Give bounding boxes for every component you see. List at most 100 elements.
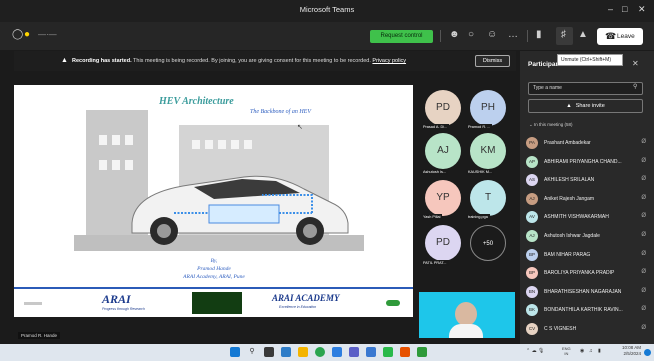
unmute-button[interactable]: ♯ xyxy=(556,27,573,45)
mic-off-icon: Ø xyxy=(641,232,646,238)
participant-row[interactable]: BN BHARATHISESHAN NAGARAJAN Ø xyxy=(526,285,648,302)
mail-icon[interactable] xyxy=(366,347,376,357)
share-invite-button[interactable]: ▲ Share invite xyxy=(528,99,643,113)
participant-tile[interactable]: PD xyxy=(425,90,461,126)
arai-logo: ARAI xyxy=(102,292,131,306)
taskbar-search-icon[interactable]: ⚲ xyxy=(247,347,257,357)
search-icon: ⚲ xyxy=(633,84,638,90)
footer-car-icon xyxy=(386,300,400,306)
author-by: By, xyxy=(210,258,218,264)
participant-name: BONDANTHILA KARTHIK RAVIN... xyxy=(544,307,623,314)
banner-strong: Recording has started. xyxy=(72,58,132,64)
arai-logo-tagline: Progress through Research xyxy=(102,307,145,311)
leave-button[interactable]: ☎ Leave xyxy=(597,28,643,45)
slide-graphics xyxy=(74,110,364,251)
more-participants-tile[interactable]: +50 xyxy=(470,225,506,261)
chat-icon[interactable]: ○ xyxy=(468,30,474,40)
participant-tile[interactable]: AJ xyxy=(425,133,461,169)
mic-off-icon: Ø xyxy=(641,269,646,276)
participant-row[interactable]: AV ASHMITH VISHWAKARMAH Ø xyxy=(526,210,648,227)
warning-icon: ▲ xyxy=(61,57,68,64)
windows-taskbar: ⚲ ⌃ ☁ 🎙 ENG IN ◉ ♫ ▮ 10:08 AM 2/5/2024 xyxy=(0,344,654,361)
participant-name: ASHMITH VISHWAKARMAH xyxy=(544,214,609,221)
participant-name: BAROLIYA PRIYANKA PRADIP xyxy=(544,270,615,277)
chrome-icon[interactable] xyxy=(315,347,325,357)
participant-row[interactable]: BK BONDANTHILA KARTHIK RAVIN... Ø xyxy=(526,303,648,320)
participant-tile[interactable]: KM xyxy=(470,133,506,169)
teams-icon[interactable] xyxy=(349,347,359,357)
windows-start-icon[interactable] xyxy=(230,347,240,357)
more-options-icon[interactable]: … xyxy=(508,30,518,40)
title-bar: Microsoft Teams – □ ✕ xyxy=(0,0,654,22)
system-tray[interactable]: ⌃ ☁ 🎙 xyxy=(526,348,544,354)
mic-off-icon: Ø xyxy=(641,157,646,164)
close-window-icon[interactable]: ✕ xyxy=(638,4,646,15)
participant-row[interactable]: BP BAM NIHAR PARAG Ø xyxy=(526,248,648,265)
maximize-icon[interactable]: □ xyxy=(622,4,627,14)
participant-row[interactable]: AJ Aniket Rajesh Jangam Ø xyxy=(526,192,648,209)
section-label: In this meeting (58) xyxy=(534,122,573,127)
people-icon[interactable]: ☻ xyxy=(449,30,460,40)
self-video-face xyxy=(455,302,477,326)
participant-tile[interactable]: PD xyxy=(425,225,461,261)
tile-name: Yash Pillai xyxy=(421,214,443,220)
mic-off-icon: Ø xyxy=(641,325,646,331)
minimize-icon[interactable]: – xyxy=(608,4,613,14)
notification-icon[interactable] xyxy=(644,349,651,356)
participant-row[interactable]: AS AKHILESH SRILALAN Ø xyxy=(526,173,648,190)
camera-icon[interactable]: ▮ xyxy=(536,30,542,40)
app-icon[interactable] xyxy=(400,347,410,357)
tile-initials: KM xyxy=(480,145,496,156)
leave-label: Leave xyxy=(617,33,635,40)
self-video-tile[interactable] xyxy=(419,292,515,338)
file-explorer-icon[interactable] xyxy=(298,347,308,357)
tile-name: KAUSHIK M... xyxy=(466,169,495,175)
participant-row[interactable]: AP ABHIRAMI PRIYANGHA CHAND... Ø xyxy=(526,155,648,172)
volume-icon[interactable]: ♫ xyxy=(589,348,593,354)
mouse-cursor-icon: ↖ xyxy=(297,124,303,131)
meeting-timer-icon: —·— xyxy=(38,30,57,39)
participant-tile[interactable]: PH xyxy=(470,90,506,126)
author-org: ARAI Academy, ARAI, Pune xyxy=(183,274,245,280)
participant-row[interactable]: PA Prashant Ambadekar Ø xyxy=(526,136,648,153)
tile-initials: AJ xyxy=(437,145,449,156)
avatar: CV xyxy=(526,323,538,335)
tile-initials: PH xyxy=(481,102,495,113)
participant-name: Prashant Ambadekar xyxy=(544,140,591,146)
participant-tile[interactable]: T xyxy=(470,180,506,216)
in-meeting-section[interactable]: ⌄ In this meeting (58) xyxy=(529,122,573,128)
dismiss-button[interactable]: Dismiss xyxy=(475,55,510,67)
participant-tile[interactable]: YP xyxy=(425,180,461,216)
reactions-icon[interactable]: ☺ xyxy=(487,30,497,40)
participant-row[interactable]: CV C S VIGNESH Ø xyxy=(526,322,648,339)
request-control-button[interactable]: Request control xyxy=(370,30,433,43)
teams-window: Microsoft Teams – □ ✕ ◯ ● —·— Request co… xyxy=(0,0,654,361)
recording-banner: ▲ Recording has started. This meeting is… xyxy=(14,51,516,71)
whatsapp-icon[interactable] xyxy=(383,347,393,357)
network-icon[interactable]: ◉ xyxy=(580,348,584,354)
self-video-shirt xyxy=(449,324,483,338)
avatar: BK xyxy=(526,304,538,317)
mic-off-icon: Ø xyxy=(641,139,646,145)
participant-row[interactable]: AJ Ashutosh Ishwar Jagdale Ø xyxy=(526,229,648,246)
close-panel-icon[interactable]: ✕ xyxy=(632,59,639,68)
shield-icon[interactable]: ◯ xyxy=(12,30,23,40)
participant-row[interactable]: BP BAROLIYA PRIYANKA PRADIP Ø xyxy=(526,266,648,283)
tile-name: PATIL PRAT... xyxy=(421,260,449,266)
mic-off-icon: Ø xyxy=(641,194,646,201)
taskbar-clock[interactable]: 10:08 AM 2/5/2024 xyxy=(611,345,641,357)
arai-academy-logo: ARAI ACADEMY xyxy=(272,293,340,303)
share-screen-icon[interactable]: ▲ xyxy=(578,30,588,40)
avatar: AJ xyxy=(526,192,538,205)
search-input[interactable]: Type a name xyxy=(528,82,643,95)
excel-icon[interactable] xyxy=(417,347,427,357)
task-view-icon[interactable] xyxy=(264,347,274,357)
privacy-policy-link[interactable]: Privacy policy xyxy=(372,58,406,64)
edge-icon[interactable] xyxy=(332,347,342,357)
language-indicator[interactable]: ENG IN xyxy=(562,346,571,356)
tile-initials: YP xyxy=(436,192,450,203)
widgets-icon[interactable] xyxy=(281,347,291,357)
battery-icon[interactable]: ▮ xyxy=(598,348,601,354)
mic-off-icon: ♯ xyxy=(561,29,566,40)
lang-region-label: IN xyxy=(564,351,569,356)
